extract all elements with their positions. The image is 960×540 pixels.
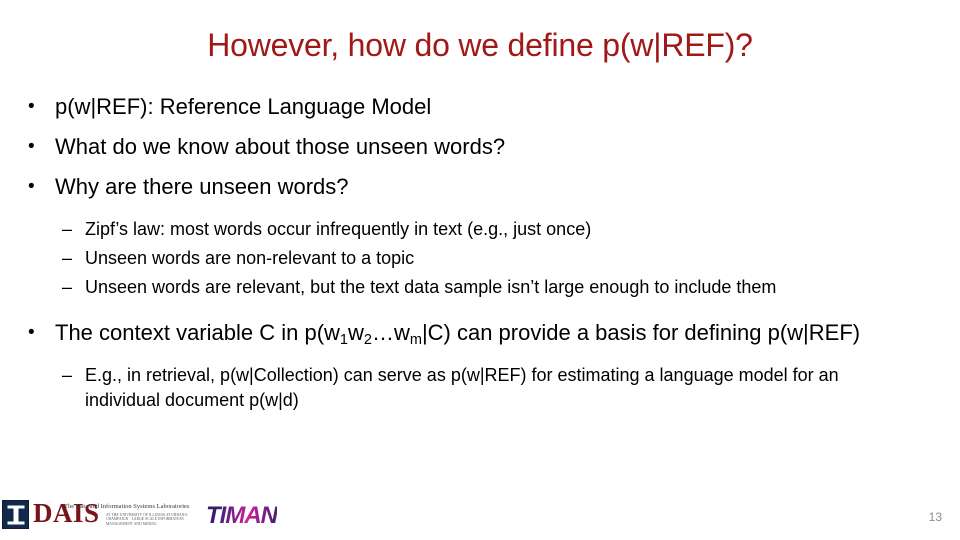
sub-bullet-group: – E.g., in retrieval, p(w|Collection) ca… bbox=[0, 363, 960, 413]
block-i-glyph bbox=[7, 505, 24, 524]
sub-bullet-marker: – bbox=[62, 277, 73, 297]
page-title: However, how do we define p(w|REF)? bbox=[207, 27, 753, 63]
bullet-text: p(w|REF): Reference Language Model bbox=[55, 94, 432, 119]
bullet-marker: • bbox=[28, 96, 35, 117]
dais-tagline: The Data and Information Systems Laborat… bbox=[64, 503, 190, 510]
bullet-marker: • bbox=[28, 176, 35, 197]
sub-bullet-item: – E.g., in retrieval, p(w|Collection) ca… bbox=[0, 363, 960, 413]
bullet-text: What do we know about those unseen words… bbox=[55, 134, 506, 159]
bullet-item: • p(w|REF): Reference Language Model bbox=[0, 92, 960, 122]
sub-bullet-item: – Zipf’s law: most words occur infrequen… bbox=[0, 217, 960, 242]
sub-bullet-text: Unseen words are relevant, but the text … bbox=[85, 277, 777, 297]
formula-subscript-1: 1 bbox=[339, 332, 348, 349]
slide-body: • p(w|REF): Reference Language Model • W… bbox=[0, 92, 960, 417]
bullet-item: • What do we know about those unseen wor… bbox=[0, 132, 960, 162]
sub-bullet-marker: – bbox=[62, 248, 73, 268]
slide: However, how do we define p(w|REF)? • p(… bbox=[0, 0, 960, 540]
sub-bullet-item: – Unseen words are non-relevant to a top… bbox=[0, 246, 960, 271]
page-number: 13 bbox=[928, 510, 942, 524]
formula-prefix: The context variable C in p(w bbox=[55, 320, 340, 345]
sub-bullet-text: Zipf’s law: most words occur infrequentl… bbox=[85, 219, 592, 239]
bullet-item: • Why are there unseen words? bbox=[0, 172, 960, 202]
formula-suffix: |C) can provide a basis for defining p(w… bbox=[421, 320, 861, 345]
sub-bullet-item: – Unseen words are relevant, but the tex… bbox=[0, 275, 960, 300]
bullet-marker: • bbox=[28, 322, 35, 343]
formula-subscript-m: m bbox=[409, 332, 422, 349]
sub-bullet-group: – Zipf’s law: most words occur infrequen… bbox=[0, 217, 960, 300]
slide-footer: DAIS The Data and Information Systems La… bbox=[0, 494, 960, 540]
sub-bullet-marker: – bbox=[62, 219, 73, 239]
bullet-text-formula: The context variable C in p(w1w2…wm|C) c… bbox=[55, 320, 861, 349]
formula-subscript-2: 2 bbox=[363, 332, 372, 349]
illinois-block-i-icon bbox=[2, 500, 29, 529]
sub-bullet-text: E.g., in retrieval, p(w|Collection) can … bbox=[85, 365, 839, 410]
sub-bullet-marker: – bbox=[62, 365, 73, 385]
bullet-marker: • bbox=[28, 136, 35, 157]
dais-logo: DAIS The Data and Information Systems La… bbox=[2, 499, 192, 530]
timan-logo: TIMAN bbox=[206, 502, 278, 529]
dais-tagline-small: AT THE UNIVERSITY OF ILLINOIS AT URBANA-… bbox=[106, 513, 189, 526]
bullet-item: • The context variable C in p(w1w2…wm|C)… bbox=[0, 318, 960, 351]
formula-mid-1: w bbox=[347, 320, 364, 345]
sub-bullet-text: Unseen words are non-relevant to a topic bbox=[85, 248, 415, 268]
bullet-text: Why are there unseen words? bbox=[55, 174, 349, 199]
formula-mid-2: …w bbox=[371, 320, 410, 345]
